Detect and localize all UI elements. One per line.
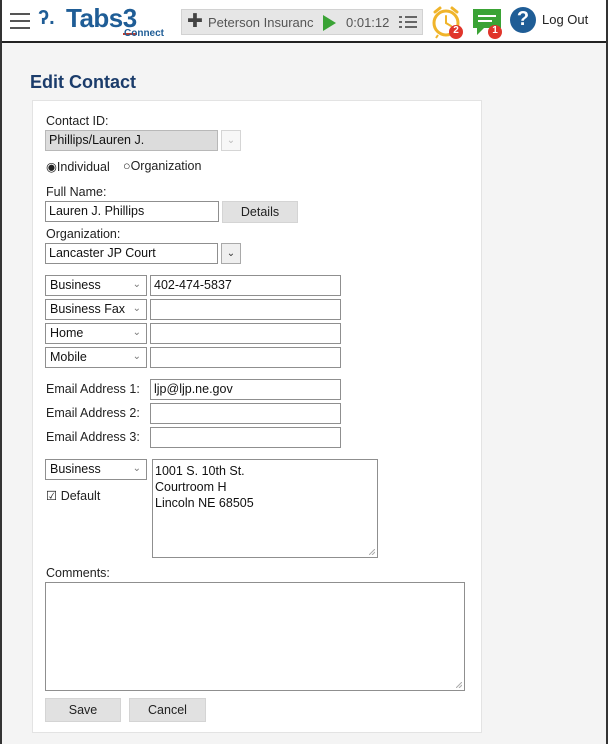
app-window: ʔ. Tabs3 Connect ✚ Peterson Insuranc 0:0…	[0, 0, 608, 744]
address-type-select[interactable]: Business ⌄	[45, 459, 147, 480]
phone-type-value: Home	[50, 326, 84, 340]
messages-chat-icon[interactable]: 1	[470, 5, 504, 39]
phone-type-select-1[interactable]: Business ⌄	[45, 275, 147, 296]
phone-type-select-2[interactable]: Business Fax ⌄	[45, 299, 147, 320]
organization-dropdown-button[interactable]: ⌄	[221, 243, 241, 264]
default-address-checkbox[interactable]: ☑ Default	[46, 488, 100, 503]
chevron-down-icon: ⌄	[132, 303, 141, 314]
reminders-alarm-clock-icon[interactable]: 2	[430, 4, 464, 40]
save-button[interactable]: Save	[45, 698, 121, 722]
phone-type-value: Mobile	[50, 350, 87, 364]
phone-type-select-4[interactable]: Mobile ⌄	[45, 347, 147, 368]
address-line: Lincoln NE 68505	[155, 496, 254, 510]
logout-link[interactable]: Log Out	[542, 12, 588, 27]
default-address-label: Default	[60, 489, 101, 503]
resize-grip-icon[interactable]	[369, 549, 375, 555]
timer-list-icon[interactable]	[399, 15, 417, 29]
play-icon[interactable]	[323, 15, 336, 31]
chevron-down-icon: ⌄	[132, 327, 141, 338]
edit-contact-form: Contact ID: Phillips/Lauren J. ⌄ ◉Indivi…	[32, 100, 482, 733]
contact-id-dropdown-button: ⌄	[221, 130, 241, 151]
organization-label: Organization:	[46, 227, 121, 241]
logo-mark-icon: ʔ.	[38, 7, 55, 29]
chevron-down-icon: ⌄	[132, 351, 141, 362]
full-name-label: Full Name:	[46, 185, 107, 199]
organization-input[interactable]: Lancaster JP Court	[45, 243, 218, 264]
address-textarea[interactable]: 1001 S. 10th St. Courtroom H Lincoln NE …	[152, 459, 378, 558]
phone-number-input-1[interactable]: 402-474-5837	[150, 275, 341, 296]
full-name-input[interactable]: Lauren J. Phillips	[45, 201, 219, 222]
checkbox-checked-icon: ☑	[46, 489, 58, 503]
timer-client-name[interactable]: Peterson Insuranc	[208, 15, 320, 30]
address-line: 1001 S. 10th St.	[155, 464, 245, 478]
radio-organization[interactable]: ○Organization	[123, 159, 201, 173]
phone-number-input-2[interactable]	[150, 299, 341, 320]
address-type-value: Business	[50, 462, 101, 476]
email-2-input[interactable]	[150, 403, 341, 424]
resize-grip-icon[interactable]	[456, 682, 462, 688]
radio-individual-label: Individual	[56, 160, 110, 174]
chevron-down-icon: ⌄	[132, 463, 141, 474]
phone-type-value: Business Fax	[50, 302, 126, 316]
timer-bar: ✚ Peterson Insuranc 0:01:12	[181, 9, 423, 35]
email-1-input[interactable]: ljp@ljp.ne.gov	[150, 379, 341, 400]
comments-label: Comments:	[46, 566, 110, 580]
radio-individual[interactable]: ◉Individual	[46, 159, 110, 174]
email-3-input[interactable]	[150, 427, 341, 448]
address-line: Courtroom H	[155, 480, 227, 494]
comments-textarea[interactable]	[45, 582, 465, 691]
top-bar: ʔ. Tabs3 Connect ✚ Peterson Insuranc 0:0…	[2, 0, 606, 43]
help-icon[interactable]: ?	[509, 6, 537, 34]
add-timer-plus-icon[interactable]: ✚	[187, 11, 203, 33]
radio-selected-icon: ◉	[46, 160, 57, 174]
messages-badge: 1	[492, 25, 498, 36]
phone-type-value: Business	[50, 278, 101, 292]
timer-elapsed: 0:01:12	[346, 15, 390, 30]
contact-id-label: Contact ID:	[46, 114, 109, 128]
email-3-label: Email Address 3:	[46, 430, 140, 444]
chevron-down-icon: ⌄	[132, 279, 141, 290]
help-glyph: ?	[516, 8, 530, 30]
hamburger-menu-icon[interactable]	[10, 13, 30, 29]
contact-id-field: Phillips/Lauren J.	[45, 130, 218, 151]
page-title: Edit Contact	[30, 72, 136, 92]
logo-subtitle: Connect	[124, 28, 164, 39]
cancel-button[interactable]: Cancel	[129, 698, 206, 722]
phone-number-input-4[interactable]	[150, 347, 341, 368]
app-logo[interactable]: ʔ. Tabs3 Connect	[38, 3, 178, 39]
radio-unselected-icon: ○	[123, 159, 131, 173]
phone-type-select-3[interactable]: Home ⌄	[45, 323, 147, 344]
reminders-badge: 2	[453, 25, 459, 36]
details-button[interactable]: Details	[222, 201, 298, 223]
logo-name: Tabs	[66, 3, 123, 33]
email-2-label: Email Address 2:	[46, 406, 140, 420]
phone-number-input-3[interactable]	[150, 323, 341, 344]
radio-organization-label: Organization	[130, 159, 202, 173]
email-1-label: Email Address 1:	[46, 382, 140, 396]
